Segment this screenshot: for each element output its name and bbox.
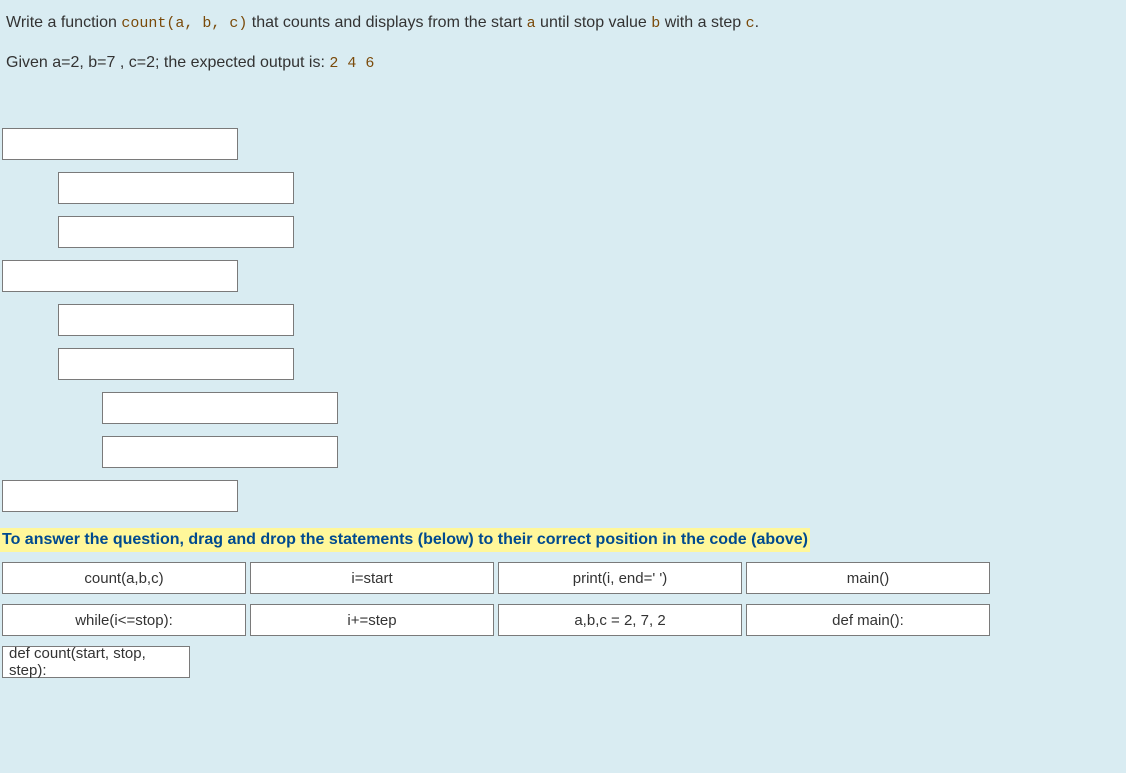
text-fragment: Write a function xyxy=(6,14,121,31)
code-fragment: b xyxy=(651,15,660,32)
drop-slot[interactable] xyxy=(58,172,294,204)
drop-slot[interactable] xyxy=(58,304,294,336)
drop-row xyxy=(2,392,1126,424)
drop-row xyxy=(2,260,1126,292)
code-fragment: 2 4 6 xyxy=(329,55,374,72)
drop-slot[interactable] xyxy=(2,260,238,292)
drop-row xyxy=(2,480,1126,512)
text-fragment: that counts and displays from the start xyxy=(247,14,526,31)
drop-slot[interactable] xyxy=(2,128,238,160)
drop-row xyxy=(2,304,1126,336)
text-fragment: . xyxy=(755,14,759,31)
drop-row xyxy=(2,128,1126,160)
drop-row xyxy=(2,216,1126,248)
drop-slot[interactable] xyxy=(58,348,294,380)
options-row: while(i<=stop):i+=stepa,b,c = 2, 7, 2def… xyxy=(2,604,1126,636)
code-fragment: c xyxy=(746,15,755,32)
draggable-option[interactable]: main() xyxy=(746,562,990,594)
drop-slot[interactable] xyxy=(2,480,238,512)
code-fragment: count(a, b, c) xyxy=(121,15,247,32)
text-fragment: with a step xyxy=(660,14,745,31)
draggable-option[interactable]: i=start xyxy=(250,562,494,594)
text-fragment: Given a=2, b=7 , c=2; the expected outpu… xyxy=(6,54,329,71)
drop-slot[interactable] xyxy=(102,436,338,468)
question-prompt: Write a function count(a, b, c) that cou… xyxy=(0,0,1126,94)
drop-slot[interactable] xyxy=(58,216,294,248)
options-row: def count(start, stop, step): xyxy=(2,646,1126,678)
draggable-option[interactable]: count(a,b,c) xyxy=(2,562,246,594)
question-line-2: Given a=2, b=7 , c=2; the expected outpu… xyxy=(6,50,1120,76)
draggable-option[interactable]: while(i<=stop): xyxy=(2,604,246,636)
options-row: count(a,b,c)i=startprint(i, end=' ')main… xyxy=(2,562,1126,594)
drop-row xyxy=(2,172,1126,204)
draggable-option[interactable]: a,b,c = 2, 7, 2 xyxy=(498,604,742,636)
drop-target-area xyxy=(0,128,1126,512)
text-fragment: until stop value xyxy=(536,14,652,31)
draggable-option[interactable]: def main(): xyxy=(746,604,990,636)
options-area: count(a,b,c)i=startprint(i, end=' ')main… xyxy=(0,562,1126,678)
draggable-option[interactable]: def count(start, stop, step): xyxy=(2,646,190,678)
drop-slot[interactable] xyxy=(102,392,338,424)
draggable-option[interactable]: print(i, end=' ') xyxy=(498,562,742,594)
drop-row xyxy=(2,436,1126,468)
question-line-1: Write a function count(a, b, c) that cou… xyxy=(6,10,1120,36)
instruction-text: To answer the question, drag and drop th… xyxy=(0,528,810,552)
draggable-option[interactable]: i+=step xyxy=(250,604,494,636)
code-fragment: a xyxy=(527,15,536,32)
drop-row xyxy=(2,348,1126,380)
